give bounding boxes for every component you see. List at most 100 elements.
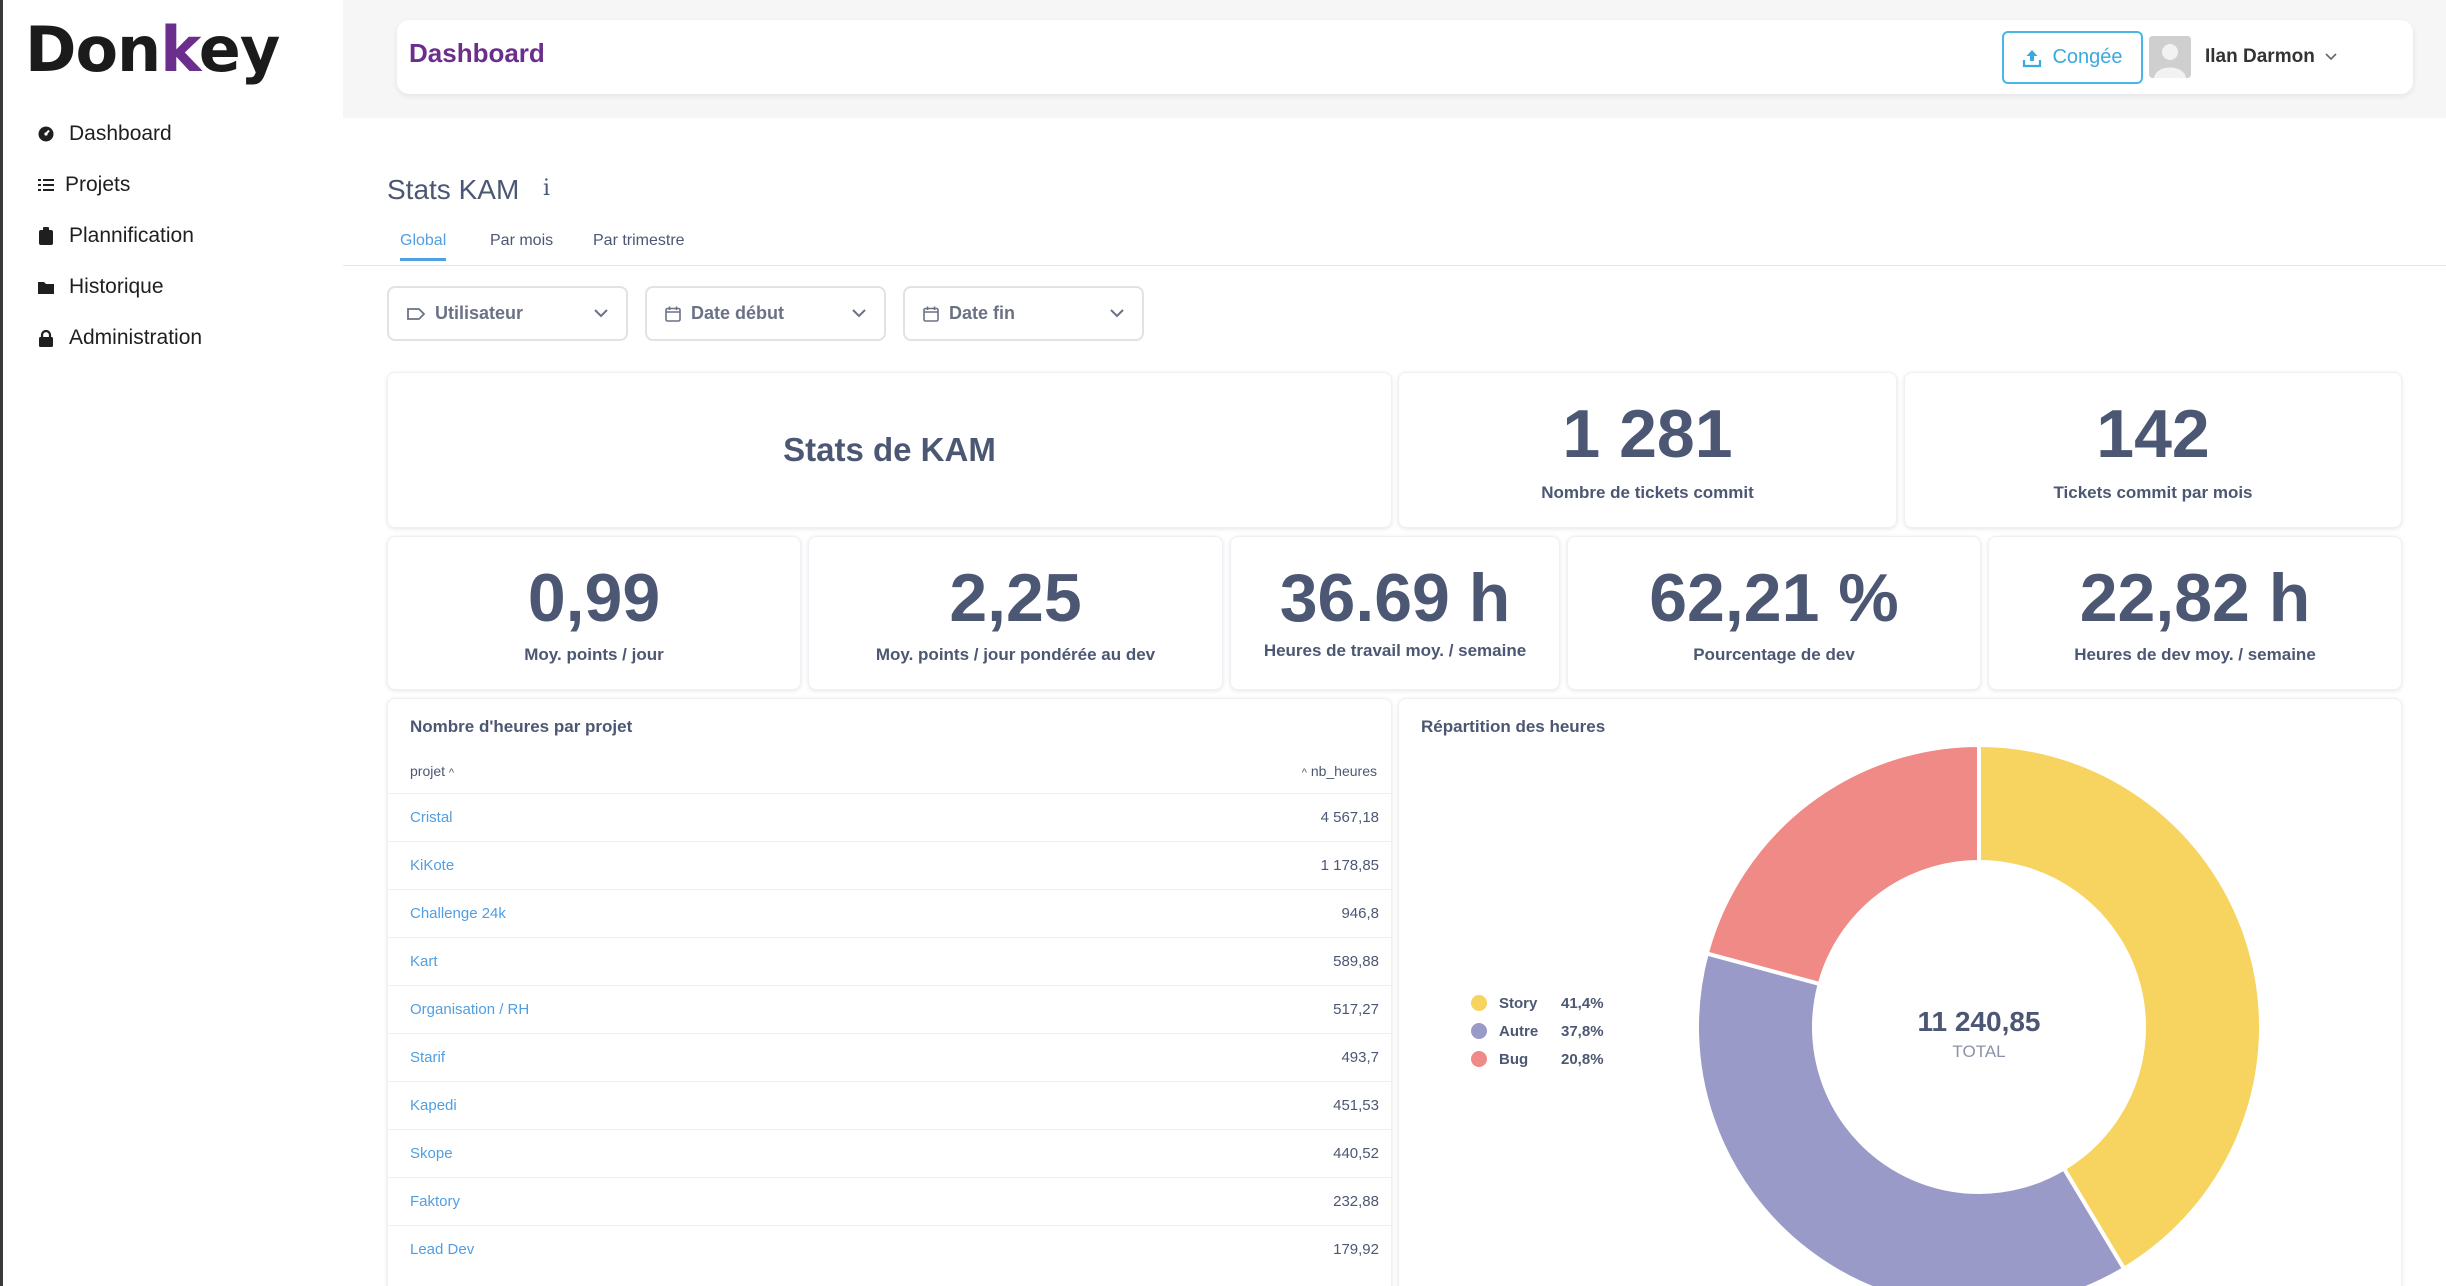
chevron-down-icon [594, 309, 608, 318]
project-link[interactable]: Skope [410, 1145, 453, 1162]
sidebar-item-dashboard[interactable]: Dashboard [37, 114, 172, 154]
stat-caption: Nombre de tickets commit [1541, 483, 1754, 502]
stat-card-dev-hours: 22,82 h Heures de dev moy. / semaine [1988, 536, 2402, 690]
folder-icon [37, 278, 55, 296]
sidebar-item-historique[interactable]: Historique [37, 267, 164, 307]
sidebar-item-label: Administration [69, 326, 203, 349]
donut-slice-bug[interactable] [1704, 742, 1981, 987]
hours-value: 451,53 [1333, 1097, 1379, 1114]
table-row: Organisation / RH 517,27 [388, 985, 1391, 1033]
tab-par-trimestre[interactable]: Par trimestre [593, 232, 685, 258]
hours-value: 1 178,85 [1320, 857, 1379, 874]
tab-global[interactable]: Global [400, 232, 447, 261]
hours-value: 440,52 [1333, 1145, 1379, 1162]
tab-divider [343, 265, 2446, 266]
hours-value: 589,88 [1333, 953, 1379, 970]
stat-value: 142 [2096, 396, 2210, 472]
sidebar-item-projets[interactable]: Projets [37, 165, 130, 205]
project-link[interactable]: Kart [410, 953, 438, 970]
hours-value: 946,8 [1341, 905, 1379, 922]
user-menu[interactable]: Ilan Darmon [2149, 32, 2337, 82]
project-link[interactable]: Organisation / RH [410, 1001, 529, 1018]
upload-icon [2023, 49, 2042, 67]
sort-icon: ^ [448, 767, 455, 779]
stat-value: 62,21 % [1649, 560, 1899, 636]
calendar-icon [665, 306, 681, 322]
donut-slice-autre[interactable] [1695, 950, 2127, 1286]
stats-title-card: Stats de KAM [387, 372, 1392, 528]
hours-value: 517,27 [1333, 1001, 1379, 1018]
page-title: Stats KAM [387, 174, 520, 205]
project-link[interactable]: Lead Dev [410, 1241, 474, 1258]
column-header-projet[interactable]: projet ^ [410, 763, 454, 779]
stat-card-tickets-per-month: 142 Tickets commit par mois [1904, 372, 2402, 528]
stat-card-points-per-day: 0,99 Moy. points / jour [387, 536, 801, 690]
filter-date-debut[interactable]: Date début [645, 286, 886, 341]
sidebar-item-label: Projets [65, 173, 131, 196]
table-row: Cristal 4 567,18 [388, 793, 1391, 841]
table-row: Skope 440,52 [388, 1129, 1391, 1177]
filter-label: Utilisateur [435, 303, 524, 323]
tab-par-mois[interactable]: Par mois [490, 232, 553, 258]
project-link[interactable]: Kapedi [410, 1097, 457, 1114]
sidebar-item-administration[interactable]: Administration [37, 318, 202, 358]
filter-utilisateur[interactable]: Utilisateur [387, 286, 628, 341]
table-row: Lead Dev 179,92 [388, 1225, 1391, 1273]
hours-breakdown-card: Répartition des heures Story 41,4% Autre 37… [1398, 698, 2402, 1286]
stat-card-points-weighted: 2,25 Moy. points / jour pondérée au dev [808, 536, 1223, 690]
chevron-down-icon [2325, 53, 2337, 61]
table-row: Kapedi 451,53 [388, 1081, 1391, 1129]
hours-value: 179,92 [1333, 1241, 1379, 1258]
sidebar-item-label: Plannification [69, 224, 194, 247]
stat-value: 2,25 [949, 560, 1082, 636]
table-row: KiKote 1 178,85 [388, 841, 1391, 889]
sidebar-item-label: Historique [69, 275, 164, 298]
project-link[interactable]: Faktory [410, 1193, 460, 1210]
stats-card-title: Stats de KAM [783, 431, 996, 468]
app-logo[interactable]: Donkey [25, 14, 280, 86]
page-header-title: Dashboard [409, 38, 545, 68]
project-link[interactable]: KiKote [410, 857, 454, 874]
calendar-icon [923, 306, 939, 322]
avatar [2149, 36, 2191, 78]
stat-caption: Heures de dev moy. / semaine [2074, 645, 2316, 664]
donut-total-value: 11 240,85 [1917, 1006, 2040, 1037]
lock-icon [37, 329, 55, 347]
sidebar-item-label: Dashboard [69, 122, 172, 145]
stat-value: 36.69 h [1279, 560, 1511, 636]
filter-label: Date fin [949, 303, 1016, 323]
hours-table-card: Nombre d'heures par projet projet ^ ^ nb… [387, 698, 1392, 1286]
hours-value: 4 567,18 [1320, 809, 1379, 826]
dashboard-content: Stats KAM i Global Par mois Par trimestr… [343, 118, 2446, 1286]
main-area: Dashboard Congée Ilan Darmon Stats KAM i… [343, 0, 2446, 1286]
project-link[interactable]: Starif [410, 1049, 445, 1066]
chevron-down-icon [852, 309, 866, 318]
table-row: Faktory 232,88 [388, 1177, 1391, 1225]
table-row: Challenge 24k 946,8 [388, 889, 1391, 937]
tag-icon [407, 307, 425, 321]
project-link[interactable]: Challenge 24k [410, 905, 506, 922]
stat-card-work-hours: 36.69 h Heures de travail moy. / semaine [1230, 536, 1560, 690]
dashboard-icon [37, 125, 55, 143]
hours-value: 232,88 [1333, 1193, 1379, 1210]
sort-icon: ^ [1301, 767, 1307, 779]
stat-card-tickets-commit: 1 281 Nombre de tickets commit [1398, 372, 1897, 528]
project-link[interactable]: Cristal [410, 809, 453, 826]
column-header-nb-heures[interactable]: ^ nb_heures [1302, 763, 1377, 779]
stat-card-dev-pct: 62,21 % Pourcentage de dev [1567, 536, 1981, 690]
sidebar-item-plannification[interactable]: Plannification [37, 216, 194, 256]
user-name: Ilan Darmon [2205, 46, 2315, 67]
filter-label: Date début [691, 303, 785, 323]
stat-caption: Tickets commit par mois [2053, 483, 2253, 502]
donut-chart: 11 240,85 TOTAL [1695, 742, 2264, 1286]
chevron-down-icon [1110, 309, 1124, 318]
stat-caption: Pourcentage de dev [1693, 645, 1855, 664]
stat-value: 22,82 h [2079, 560, 2311, 636]
sidebar: Donkey Dashboard Projets Plannification … [3, 0, 343, 1286]
filter-date-fin[interactable]: Date fin [903, 286, 1144, 341]
stat-value: 0,99 [527, 560, 661, 636]
donut-total-label: TOTAL [1952, 1042, 2005, 1061]
info-icon[interactable]: i [543, 176, 550, 201]
top-bar: Dashboard Congée Ilan Darmon [397, 20, 2413, 94]
conge-button[interactable]: Congée [2002, 31, 2143, 84]
